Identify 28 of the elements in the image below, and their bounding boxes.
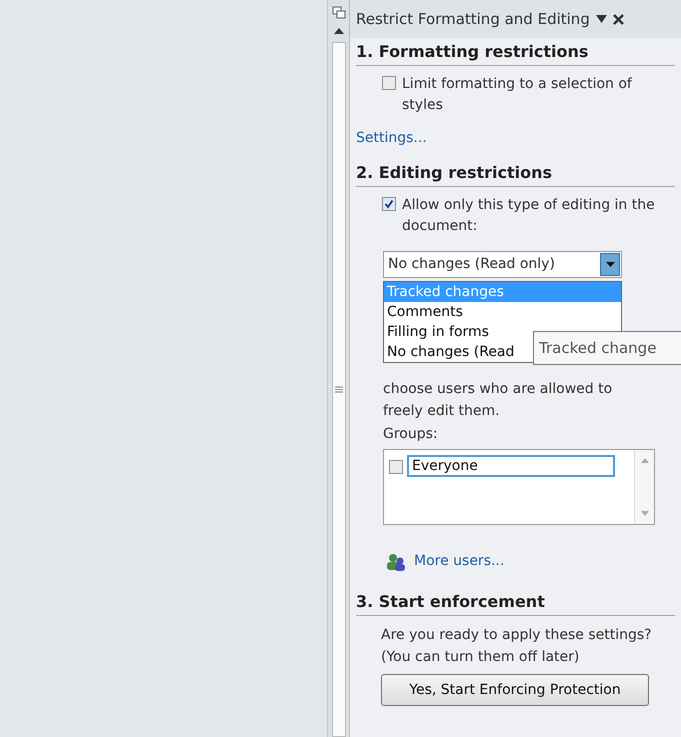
tooltip: Tracked change [533, 331, 681, 365]
checkbox[interactable] [389, 460, 403, 474]
grip-icon[interactable] [334, 386, 343, 393]
close-icon[interactable] [612, 14, 624, 24]
checkbox[interactable] [382, 197, 396, 211]
start-enforcing-button[interactable]: Yes, Start Enforcing Protection [381, 674, 649, 706]
exceptions-text: choose users who are allowed to freely edit them. [383, 380, 614, 421]
checkbox[interactable] [382, 76, 396, 90]
section-heading: 1. Formatting restrictions [356, 40, 675, 66]
checkbox-label: Allow only this type of editing in the document: [402, 196, 656, 236]
group-name[interactable]: Everyone [407, 455, 615, 477]
dropdown-option[interactable]: Comments [384, 302, 621, 322]
dropdown-arrow-icon[interactable] [596, 15, 607, 23]
caret-icon [606, 262, 614, 267]
scroll-up-icon[interactable] [334, 28, 344, 34]
enforcement-text: Are you ready to apply these settings? (You can turn them off later) [381, 626, 653, 667]
dropdown-button[interactable] [600, 253, 620, 276]
pane-title: Restrict Formatting and Editing [356, 8, 590, 30]
checkmark-icon [384, 199, 394, 209]
more-users-link[interactable]: More users... [414, 551, 504, 572]
checkbox-label: Limit formatting to a selection of styles [402, 75, 633, 115]
editing-type-dropdown[interactable]: No changes (Read only) [383, 251, 622, 278]
settings-link[interactable]: Settings... [356, 130, 427, 146]
section-heading: 3. Start enforcement [356, 590, 675, 616]
users-icon [386, 552, 406, 570]
pane-options-icon[interactable] [332, 6, 346, 20]
section-heading: 2. Editing restrictions [356, 161, 675, 187]
groups-label: Groups: [383, 425, 439, 444]
